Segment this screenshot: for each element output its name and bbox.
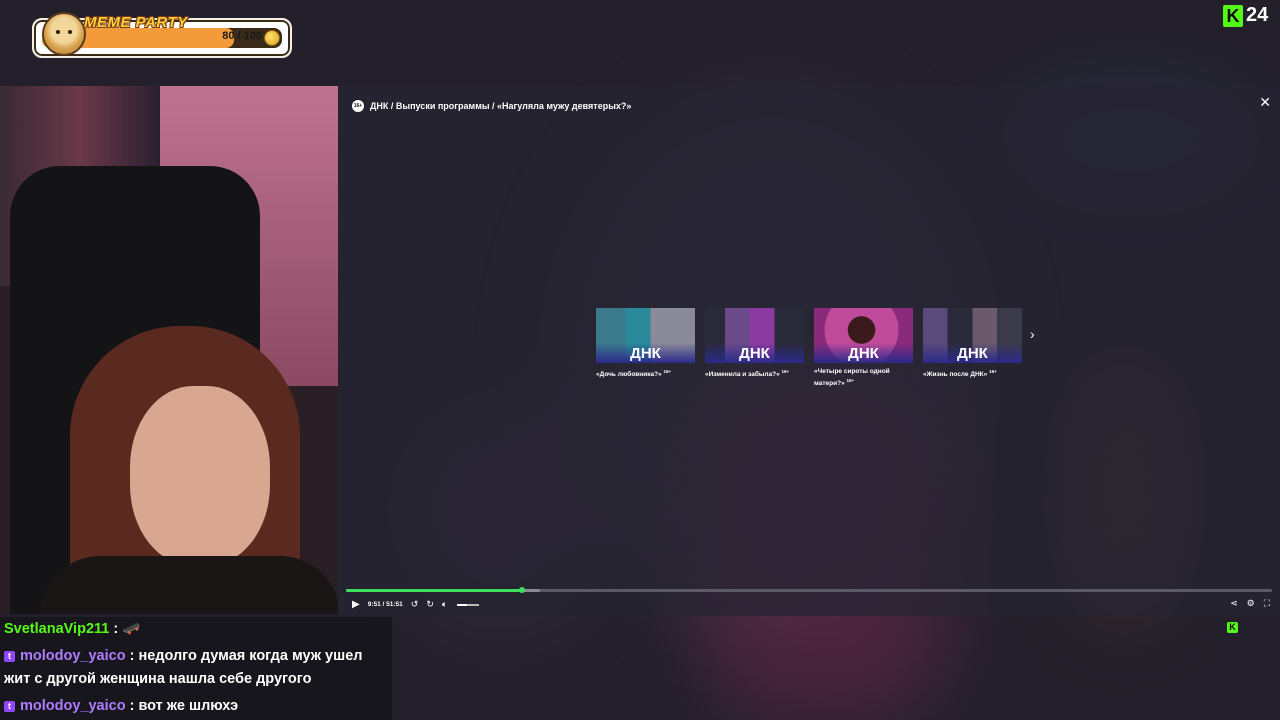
time-display: 9:51 / 51:51	[367, 601, 403, 608]
dnk-logo: ДНК	[814, 343, 913, 363]
chat-message: K SvetlanaVip211 : 🛹	[4, 618, 1238, 641]
chat-message: t molodoy_yaico : вот же шлюхэ	[4, 695, 390, 718]
episode-card[interactable]: ДНК «Дочь любовника?» 16+	[596, 308, 695, 388]
chat-username: molodoy_yaico	[20, 648, 126, 664]
player-controls: ▶ 9:51 / 51:51 ↺ ↻ 🔈︎	[352, 599, 480, 610]
kick-platform-icon: K	[1227, 622, 1238, 633]
meme-party-title: MEME PARTY	[84, 14, 188, 31]
episode-carousel: ДНК «Дочь любовника?» 16+ ДНК «Изменила …	[596, 308, 1022, 388]
meme-party-widget: MEME PARTY 80 / 100	[32, 12, 292, 58]
episode-card[interactable]: ДНК «Четыре сироты одной матери?» 16+	[814, 308, 913, 388]
kick-viewer-badge: K 24	[1223, 4, 1268, 27]
webcam-feed	[0, 86, 338, 614]
viewer-count: 24	[1246, 4, 1269, 26]
age-rating-badge: 16+	[352, 100, 364, 112]
meme-party-count: 80 / 100	[222, 30, 262, 42]
episode-card[interactable]: ДНК «Жизнь после ДНК» 16+	[923, 308, 1022, 388]
episode-caption: «Дочь любовника?» 16+	[596, 369, 672, 379]
dnk-logo: ДНК	[596, 343, 695, 363]
chat-overlay: K SvetlanaVip211 : 🛹 t molodoy_yaico : нед…	[0, 617, 1238, 720]
video-player[interactable]: 16+ ДНК / Выпуски программы / «Нагуляла …	[338, 86, 1280, 616]
close-icon[interactable]: ✕	[1259, 94, 1271, 111]
player-right-controls: ⋖ ⚙ ⛶	[1230, 598, 1270, 609]
twitch-platform-icon: t	[4, 700, 15, 712]
episode-caption: «Четыре сироты одной матери?» 16+	[814, 368, 890, 388]
twitch-platform-icon: t	[4, 650, 15, 662]
kick-logo-icon: K	[1223, 4, 1243, 27]
breadcrumb[interactable]: ДНК / Выпуски программы / «Нагуляла мужу…	[370, 101, 631, 111]
share-icon[interactable]: ⋖	[1230, 598, 1238, 609]
chat-message: t molodoy_yaico : недолго думая когда муж…	[4, 645, 390, 691]
episode-thumbnail[interactable]: ДНК	[923, 308, 1022, 363]
dnk-logo: ДНК	[923, 343, 1022, 363]
volume-slider[interactable]	[457, 603, 480, 606]
rewind-icon[interactable]: ↺	[411, 599, 419, 610]
episode-thumbnail[interactable]: ДНК	[705, 308, 804, 363]
episode-caption: «Изменила и забыла?» 16+	[705, 369, 790, 379]
seek-handle[interactable]	[518, 587, 525, 593]
episode-caption: «Жизнь после ДНК» 16+	[923, 369, 997, 379]
chat-username: molodoy_yaico	[20, 698, 126, 714]
forward-icon[interactable]: ↻	[426, 599, 434, 610]
carousel-next-icon[interactable]: ›	[1030, 326, 1035, 342]
volume-icon[interactable]: 🔈︎	[442, 599, 447, 610]
episode-thumbnail[interactable]: ДНК	[596, 308, 695, 363]
chat-text: : 🛹	[109, 621, 141, 637]
episode-card[interactable]: ДНК «Изменила и забыла?» 16+	[705, 308, 804, 388]
seek-bar[interactable]	[346, 587, 1272, 593]
chat-username: SvetlanaVip211	[4, 621, 110, 637]
settings-gear-icon[interactable]: ⚙	[1247, 598, 1255, 609]
dnk-logo: ДНК	[705, 343, 804, 363]
play-icon[interactable]: ▶	[352, 599, 360, 610]
player-header: 16+ ДНК / Выпуски программы / «Нагуляла …	[352, 100, 631, 112]
played-bar	[346, 589, 522, 592]
coin-icon	[264, 30, 280, 46]
doge-icon	[42, 12, 86, 56]
fullscreen-icon[interactable]: ⛶	[1264, 598, 1270, 609]
episode-thumbnail[interactable]: ДНК	[814, 308, 913, 363]
chat-text: : вот же шлюхэ	[125, 698, 239, 714]
